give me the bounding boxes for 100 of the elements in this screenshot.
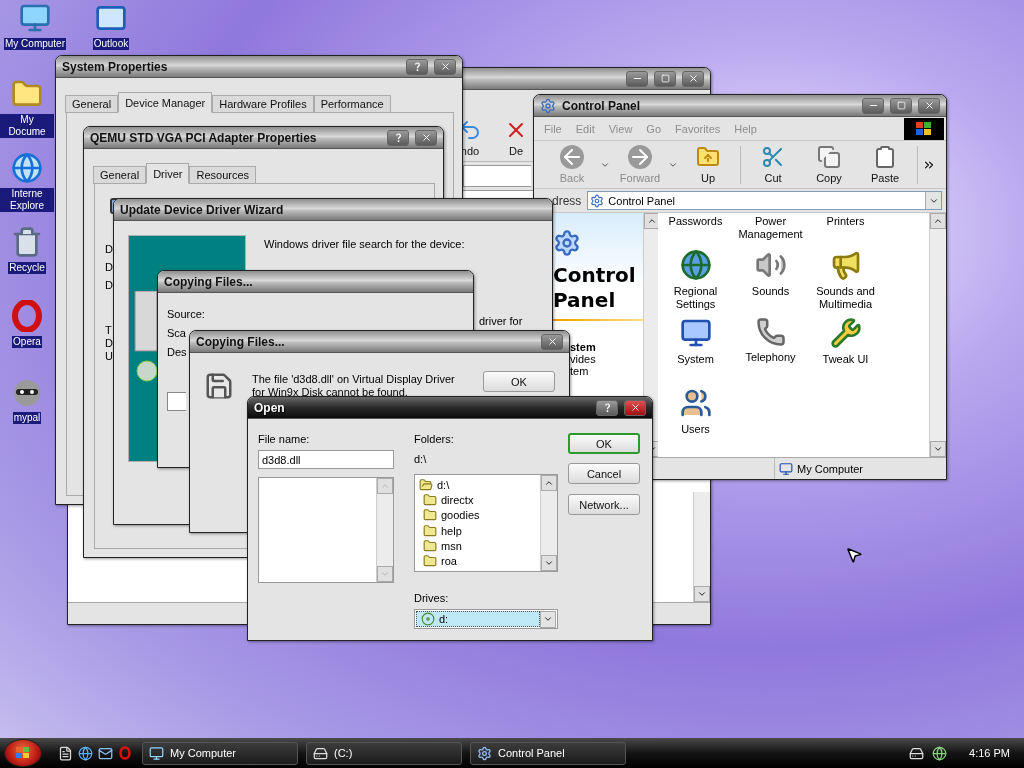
tab[interactable]: Device Manager	[118, 92, 213, 113]
item-label[interactable]: Telephony	[745, 351, 796, 364]
dialog-button[interactable]: OK	[568, 433, 640, 454]
scrollbar[interactable]	[929, 213, 946, 457]
close-button[interactable]	[415, 129, 437, 146]
dialog-button[interactable]: Cancel	[568, 463, 640, 484]
toolbar-button[interactable]: De	[504, 118, 528, 157]
truncated-text: U	[105, 350, 113, 363]
item-label[interactable]: Sounds and Multimedia	[808, 285, 883, 311]
network-icon[interactable]	[932, 745, 948, 761]
field-label: Drives:	[414, 592, 450, 605]
close-icon	[629, 402, 641, 413]
scroll-down-icon[interactable]	[933, 444, 943, 454]
tab[interactable]: Resources	[189, 166, 257, 184]
close-button[interactable]	[918, 97, 940, 114]
address-field[interactable]	[463, 165, 531, 187]
desktop-icon-label[interactable]: Interne Explore	[0, 188, 54, 212]
ring-icon	[119, 746, 131, 760]
toolbar-button[interactable]: ndo	[458, 118, 482, 157]
flag-icon	[16, 747, 30, 759]
close-button[interactable]	[434, 58, 456, 75]
disc-icon	[421, 612, 435, 626]
scissors-icon	[761, 145, 785, 169]
folder-icon	[423, 493, 437, 507]
tray-icon[interactable]	[909, 745, 925, 761]
field-label: Folders:	[414, 433, 455, 446]
panel-text: vides	[570, 353, 597, 365]
scroll-up-icon[interactable]	[933, 216, 943, 226]
toolbar-button[interactable]: Up	[680, 145, 736, 184]
minimize-button[interactable]	[626, 70, 648, 87]
folder-item[interactable]: roa	[419, 553, 536, 569]
item-label[interactable]: Sounds	[751, 285, 790, 298]
scroll-up-icon[interactable]	[647, 216, 657, 226]
toolbar-button[interactable]: Paste	[857, 145, 913, 184]
drive-icon	[313, 745, 328, 761]
truncated-text: T	[105, 324, 112, 337]
desktop-icon-label[interactable]: Opera	[12, 336, 42, 348]
window-title: QEMU STD VGA PCI Adapter Properties	[90, 130, 317, 145]
tab[interactable]: Performance	[313, 95, 391, 113]
item-label[interactable]: Regional Settings	[658, 285, 733, 311]
desktop-icon-label[interactable]: My Computer	[4, 38, 66, 50]
help-button[interactable]	[406, 58, 428, 75]
desktop-icon-label[interactable]: Recycle	[8, 262, 46, 274]
item-label[interactable]: Tweak UI	[822, 353, 869, 366]
address-field[interactable]: Control Panel	[587, 191, 942, 210]
toolbar-button[interactable]: Cut	[745, 145, 801, 184]
taskbar-button[interactable]: (C:)	[306, 741, 462, 765]
close-icon	[439, 61, 451, 72]
desktop-icon-label[interactable]: My Docume	[0, 114, 54, 138]
folder-item[interactable]: directx	[419, 492, 536, 508]
clipboard-icon	[873, 145, 897, 169]
minimize-button[interactable]	[862, 97, 884, 114]
help-button[interactable]	[596, 399, 618, 416]
window-title: Open	[254, 400, 285, 415]
item-label[interactable]: Users	[681, 423, 710, 436]
panel-text: tem	[570, 365, 590, 377]
dropdown-icon[interactable]	[543, 614, 553, 624]
file-name-field[interactable]: d3d8.dll	[258, 450, 394, 469]
tab[interactable]: General	[93, 166, 147, 184]
desktop-icon-label[interactable]: mypal	[12, 412, 42, 424]
control-panel-icon	[477, 745, 492, 761]
scroll-up-icon[interactable]	[544, 478, 554, 488]
control-panel-icon	[553, 229, 581, 257]
folder-item[interactable]: goodies	[419, 507, 536, 523]
maximize-button[interactable]	[890, 97, 912, 114]
scrollbar[interactable]	[693, 492, 710, 602]
help-button[interactable]	[387, 129, 409, 146]
item-label[interactable]: System	[677, 353, 714, 366]
toolbar-button[interactable]: Copy	[801, 145, 857, 184]
dialog-button[interactable]: Network...	[568, 494, 640, 515]
maximize-button[interactable]	[654, 70, 676, 87]
ok-button[interactable]: OK	[483, 371, 555, 392]
tab[interactable]: General	[65, 95, 119, 113]
close-button[interactable]	[541, 333, 563, 350]
window-title: System Properties	[62, 59, 168, 74]
ring-icon	[12, 300, 42, 332]
close-button[interactable]	[682, 70, 704, 87]
desktop-icon-label[interactable]: Outlook	[92, 38, 130, 50]
truncated-text: D	[105, 337, 113, 350]
start-button[interactable]	[4, 739, 42, 767]
address-label: dress	[552, 193, 582, 208]
scroll-down-icon[interactable]	[697, 589, 707, 599]
scroll-down-icon[interactable]	[544, 558, 554, 568]
taskbar-button[interactable]: Control Panel	[470, 741, 626, 765]
scrollbar[interactable]	[540, 475, 557, 571]
folder-item[interactable]: msn	[419, 538, 536, 554]
folder-icon	[423, 554, 437, 569]
close-button[interactable]	[624, 399, 646, 416]
item-label[interactable]: Passwords	[668, 215, 723, 228]
computer-icon	[779, 461, 793, 476]
computer-icon	[679, 317, 712, 349]
taskbar-button[interactable]: My Computer	[142, 741, 298, 765]
item-label[interactable]: Printers	[826, 215, 865, 228]
tab[interactable]: Driver	[146, 163, 190, 184]
drive-select[interactable]: d:	[414, 609, 558, 629]
folder-item[interactable]: d:\	[419, 477, 536, 493]
folder-item[interactable]: help	[419, 523, 536, 539]
tab[interactable]: Hardware Profiles	[212, 95, 314, 113]
item-label[interactable]: Power Management	[733, 215, 808, 241]
truncated-text: driver for	[478, 314, 523, 329]
